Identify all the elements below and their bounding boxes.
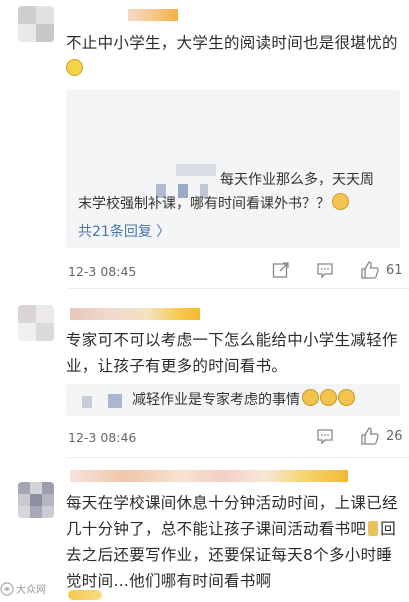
like-button[interactable]: 61: [360, 260, 403, 280]
username[interactable]: [70, 308, 200, 320]
emoji-icon: [368, 521, 379, 536]
logo-icon: [0, 581, 14, 596]
smile-emoji-icon: [338, 389, 355, 406]
reply-box[interactable]: 减轻作业是专家考虑的事情: [66, 384, 400, 416]
reply-text: 每天作业那么多，天天周: [220, 172, 374, 188]
username[interactable]: [70, 470, 348, 482]
comment-icon: [317, 429, 333, 445]
crying-emoji-icon: [332, 193, 349, 210]
comment-item: 专家可不可以考虑一下怎么能给中小学生减轻作业，让孩子有更多的时间看书。 减轻作业…: [0, 289, 409, 458]
comment-item: 不止中小学生，大学生的阅读时间也是很堪忧的 每天作业那么多，天天周 末学校强制补…: [0, 0, 409, 289]
thumbs-up-icon: [361, 427, 379, 445]
comment-icon: [317, 263, 333, 279]
avatar[interactable]: [18, 305, 54, 341]
sweat-emoji-icon: [66, 59, 83, 76]
reply-text: 减轻作业是专家考虑的事情: [132, 388, 355, 412]
comment-text: 专家可不可以考虑一下怎么能给中小学生减轻作业，让孩子有更多的时间看书。: [66, 331, 398, 375]
like-count: 26: [386, 428, 403, 444]
comment-button[interactable]: [316, 261, 334, 279]
comment-text: 不止中小学生，大学生的阅读时间也是很堪忧的: [66, 30, 400, 82]
share-button[interactable]: [272, 261, 290, 279]
like-button[interactable]: 26: [360, 426, 403, 446]
avatar[interactable]: [18, 482, 54, 518]
smile-emoji-icon: [302, 389, 319, 406]
reply-text: 末学校强制补课，哪有时间看课外书？？: [78, 192, 349, 216]
comment-item: 每天在学校课间休息十分钟活动时间，上课已经几十分钟了，总不能让孩子课间活动看书吧…: [0, 458, 409, 602]
username[interactable]: [128, 9, 178, 21]
avatar[interactable]: [18, 6, 54, 42]
comment-time: 12-3 08:46: [68, 430, 137, 445]
comment-button[interactable]: [316, 427, 334, 445]
reply-username: [176, 164, 216, 176]
share-icon: [272, 262, 289, 278]
watermark: 大众网: [0, 581, 46, 596]
more-replies-link[interactable]: 共21条回复 〉: [78, 221, 170, 241]
comment-time: 12-3 08:45: [68, 264, 137, 279]
reaction-emojis: [68, 590, 102, 600]
smile-emoji-icon: [320, 389, 337, 406]
like-count: 61: [386, 262, 403, 278]
thumbs-up-icon: [361, 261, 379, 279]
reply-box[interactable]: 每天作业那么多，天天周 末学校强制补课，哪有时间看课外书？？ 共21条回复 〉: [66, 90, 400, 248]
comment-text: 每天在学校课间休息十分钟活动时间，上课已经几十分钟了，总不能让孩子课间活动看书吧…: [66, 494, 398, 590]
